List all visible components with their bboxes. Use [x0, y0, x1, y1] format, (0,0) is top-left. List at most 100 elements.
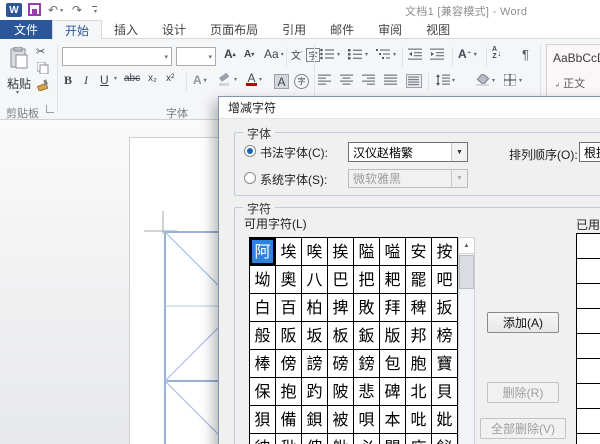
char-cell[interactable]: 閉: [380, 434, 406, 444]
grow-font-icon[interactable]: A ▴: [224, 47, 236, 61]
tab-design[interactable]: 设计: [150, 20, 198, 39]
char-cell[interactable]: 隘: [354, 238, 380, 266]
char-cell[interactable]: 本: [380, 406, 406, 434]
tab-page-layout[interactable]: 页面布局: [198, 20, 270, 39]
italic-button[interactable]: I: [84, 73, 88, 88]
bullets-icon[interactable]: ▾: [320, 48, 340, 60]
char-cell[interactable]: 般: [250, 322, 276, 350]
undo-dropdown-icon[interactable]: ▾: [60, 7, 63, 14]
char-cell[interactable]: 唉: [302, 238, 328, 266]
char-cell[interactable]: 阿: [250, 238, 276, 266]
char-cell[interactable]: 鎊: [354, 350, 380, 378]
char-cell[interactable]: 俾: [302, 434, 328, 444]
char-cell[interactable]: 坂: [302, 322, 328, 350]
used-characters-list[interactable]: [576, 233, 600, 444]
char-cell[interactable]: 鋇: [302, 406, 328, 434]
char-cell[interactable]: 埃: [276, 238, 302, 266]
shrink-font-icon[interactable]: A ▾: [244, 49, 254, 60]
char-cell[interactable]: 耙: [380, 266, 406, 294]
align-center-icon[interactable]: [340, 74, 354, 86]
char-cell[interactable]: 版: [380, 322, 406, 350]
underline-dropdown-icon[interactable]: ▾: [112, 75, 117, 82]
save-icon[interactable]: [28, 3, 41, 16]
char-cell[interactable]: 鈑: [354, 322, 380, 350]
char-cell[interactable]: 棒: [250, 350, 276, 378]
char-cell[interactable]: 板: [328, 322, 354, 350]
scrollbar-up-icon[interactable]: ▲: [459, 238, 474, 254]
char-cell[interactable]: 把: [354, 266, 380, 294]
strikethrough-button[interactable]: abc: [124, 73, 140, 84]
font-size-combo[interactable]: ▾: [176, 47, 216, 66]
char-cell[interactable]: 吡: [406, 406, 432, 434]
used-char-cell[interactable]: [577, 234, 600, 259]
clipboard-dialog-launcher-icon[interactable]: [46, 105, 54, 113]
show-hide-marks-icon[interactable]: ¶: [522, 47, 529, 62]
char-cell[interactable]: 貝: [432, 378, 458, 406]
word-logo-icon[interactable]: W: [6, 3, 22, 17]
char-cell[interactable]: 必: [354, 434, 380, 444]
char-cell[interactable]: 扳: [432, 294, 458, 322]
sort-icon[interactable]: A Z ↓: [492, 46, 502, 60]
enclose-characters-icon[interactable]: 字: [294, 74, 309, 89]
char-cell[interactable]: 保: [250, 378, 276, 406]
increase-indent-icon[interactable]: [430, 48, 445, 60]
tab-mailings[interactable]: 邮件: [318, 20, 366, 39]
used-char-cell[interactable]: [577, 359, 600, 384]
text-effects-icon[interactable]: A ▾: [193, 73, 207, 87]
sort-order-combo[interactable]: 根据 ▼: [579, 142, 600, 162]
underline-button[interactable]: U: [100, 73, 109, 87]
used-char-cell[interactable]: [577, 409, 600, 434]
redo-icon[interactable]: ↷: [72, 3, 82, 17]
char-cell[interactable]: 拜: [380, 294, 406, 322]
customize-qat-icon[interactable]: ▾: [92, 6, 98, 16]
char-cell[interactable]: 阪: [276, 322, 302, 350]
char-cell[interactable]: 榜: [432, 322, 458, 350]
characters-scrollbar[interactable]: ▲: [458, 237, 475, 444]
char-cell[interactable]: 抱: [276, 378, 302, 406]
highlight-color-icon[interactable]: ▾: [218, 73, 237, 86]
char-cell[interactable]: 秕: [276, 434, 302, 444]
borders-icon[interactable]: ▾: [504, 74, 522, 86]
multilevel-list-icon[interactable]: ▾: [376, 48, 396, 60]
char-cell[interactable]: 白: [250, 294, 276, 322]
calligraphy-font-radio[interactable]: [244, 145, 256, 157]
char-cell[interactable]: 陂: [328, 378, 354, 406]
char-cell[interactable]: 舭: [328, 434, 354, 444]
char-cell[interactable]: 趵: [302, 378, 328, 406]
char-cell[interactable]: 柏: [302, 294, 328, 322]
char-cell[interactable]: 碑: [380, 378, 406, 406]
char-cell[interactable]: 邦: [406, 322, 432, 350]
format-painter-icon[interactable]: [37, 79, 49, 91]
subscript-button[interactable]: x₂: [148, 73, 157, 84]
char-cell[interactable]: 奧: [276, 266, 302, 294]
char-cell[interactable]: 百: [276, 294, 302, 322]
char-cell[interactable]: 稗: [406, 294, 432, 322]
undo-icon[interactable]: ↶ ▾: [48, 3, 63, 17]
used-char-cell[interactable]: [577, 384, 600, 409]
char-cell[interactable]: 捭: [328, 294, 354, 322]
char-cell[interactable]: 坳: [250, 266, 276, 294]
change-case-icon[interactable]: Aa ▾: [264, 47, 284, 61]
align-right-icon[interactable]: [362, 74, 376, 86]
char-cell[interactable]: 謗: [302, 350, 328, 378]
distribute-icon[interactable]: [406, 74, 422, 88]
character-shading-icon[interactable]: A: [274, 74, 289, 89]
char-cell[interactable]: 吧: [432, 266, 458, 294]
system-font-radio-label[interactable]: 系统字体(S):: [260, 171, 327, 188]
font-color-icon[interactable]: A ▾: [246, 72, 262, 86]
font-name-combo[interactable]: ▾: [62, 47, 172, 66]
char-cell[interactable]: 包: [380, 350, 406, 378]
superscript-button[interactable]: x²: [166, 73, 174, 84]
char-cell[interactable]: 鉍: [432, 434, 458, 444]
char-cell[interactable]: 按: [432, 238, 458, 266]
line-spacing-icon[interactable]: ▾: [436, 74, 455, 86]
char-cell[interactable]: 悲: [354, 378, 380, 406]
used-char-cell[interactable]: [577, 334, 600, 359]
asian-layout-icon[interactable]: A ⌃ ▾: [458, 47, 477, 61]
character-border-icon[interactable]: 字: [306, 48, 320, 62]
char-cell[interactable]: 八: [302, 266, 328, 294]
add-button[interactable]: 添加(A): [487, 312, 559, 333]
char-cell[interactable]: 巴: [328, 266, 354, 294]
calligraphy-font-radio-label[interactable]: 书法字体(C):: [260, 144, 328, 161]
style-normal-card[interactable]: AaBbCcDd ↲ 正文: [546, 44, 600, 100]
